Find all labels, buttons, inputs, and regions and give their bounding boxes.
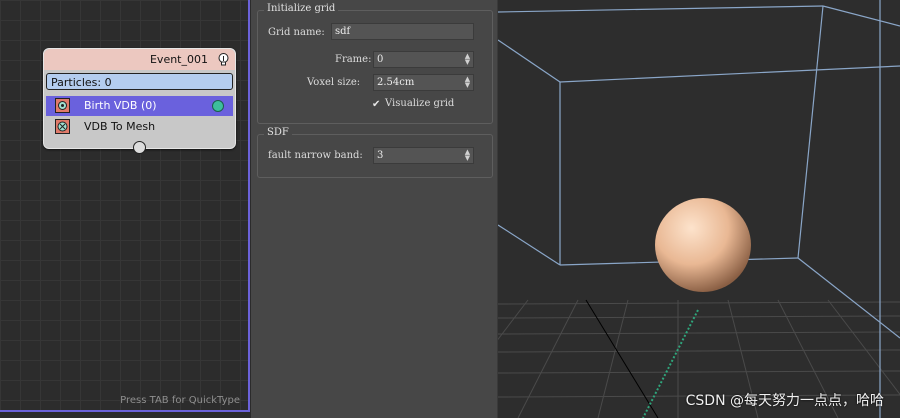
- grid-name-field[interactable]: sdf: [331, 23, 474, 40]
- particle-view-graph[interactable]: Event_001 Particles: 0 Birth VDB (0) VDB…: [0, 0, 250, 412]
- quicktype-hint: Press TAB for QuickType: [120, 395, 240, 406]
- group-title: SDF: [264, 127, 292, 138]
- narrow-band-spinner[interactable]: 3 ▲ ▼: [373, 147, 474, 164]
- frame-value: 0: [377, 54, 384, 65]
- spinner-arrows-icon[interactable]: ▲ ▼: [463, 53, 472, 66]
- operator-label: Birth VDB (0): [84, 99, 157, 112]
- operator-birth-vdb[interactable]: Birth VDB (0): [46, 96, 233, 116]
- frame-label: Frame:: [335, 54, 372, 65]
- viewport-scene: [498, 0, 900, 418]
- voxel-size-label: Voxel size:: [307, 77, 361, 88]
- voxel-size-value: 2.54cm: [377, 77, 415, 88]
- visualize-grid-label: Visualize grid: [385, 98, 455, 109]
- lightbulb-icon[interactable]: [216, 52, 231, 67]
- visualize-grid-checkbox[interactable]: ✔: [372, 99, 383, 110]
- output-socket[interactable]: [212, 100, 224, 112]
- spinner-arrows-icon[interactable]: ▲ ▼: [463, 76, 472, 89]
- group-title: Initialize grid: [264, 3, 339, 14]
- narrow-band-label: fault narrow band:: [268, 150, 363, 161]
- event-header[interactable]: Event_001: [44, 49, 235, 70]
- event-node[interactable]: Event_001 Particles: 0 Birth VDB (0) VDB…: [43, 48, 236, 154]
- perspective-viewport[interactable]: CSDN @每天努力一点点，哈哈: [498, 0, 900, 418]
- frame-spinner[interactable]: 0 ▲ ▼: [373, 51, 474, 68]
- mesh-operator-icon: [55, 119, 70, 134]
- voxel-size-spinner[interactable]: 2.54cm ▲ ▼: [373, 74, 474, 91]
- grid-name-label: Grid name:: [268, 27, 325, 38]
- narrow-band-value: 3: [377, 150, 384, 161]
- watermark: CSDN @每天努力一点点，哈哈: [685, 393, 884, 409]
- particles-count-bar: Particles: 0: [46, 73, 233, 90]
- initialize-grid-group: Initialize grid Grid name: sdf Frame: 0 …: [257, 3, 493, 124]
- operator-label: VDB To Mesh: [84, 120, 156, 133]
- input-socket[interactable]: [133, 141, 146, 154]
- spinner-arrows-icon[interactable]: ▲ ▼: [463, 149, 472, 162]
- sphere-object: [655, 198, 751, 292]
- parameters-panel: Initialize grid Grid name: sdf Frame: 0 …: [251, 0, 498, 418]
- sdf-group: SDF fault narrow band: 3 ▲ ▼: [257, 127, 493, 178]
- operator-vdb-to-mesh[interactable]: VDB To Mesh: [46, 117, 233, 137]
- birth-operator-icon: [55, 98, 70, 113]
- event-title: Event_001: [149, 53, 208, 66]
